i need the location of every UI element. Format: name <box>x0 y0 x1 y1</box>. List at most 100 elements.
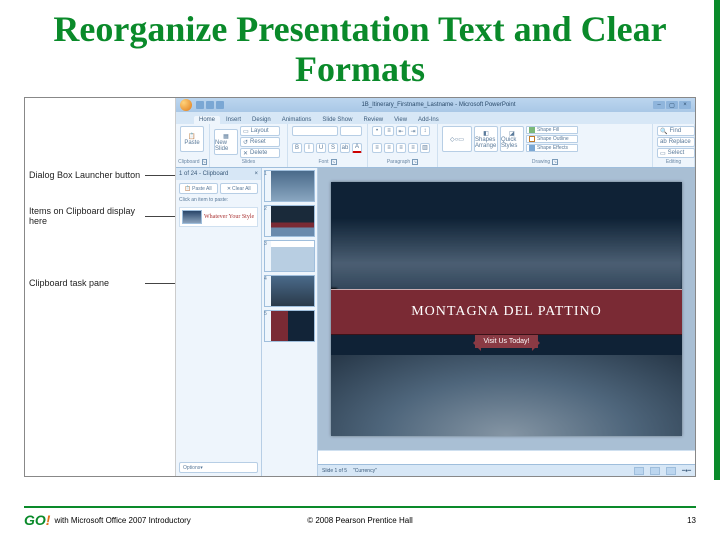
select-button[interactable]: ▭ Select <box>657 148 695 158</box>
shadow-button[interactable]: S <box>328 143 338 153</box>
thumbnail-1[interactable]: 1 <box>264 170 315 202</box>
footer-center: © 2008 Pearson Prentice Hall <box>307 516 413 525</box>
numbering-button[interactable]: ≡ <box>384 126 394 136</box>
callout-label: Clipboard task pane <box>25 278 145 288</box>
shape-fill-button[interactable]: Shape Fill <box>526 126 578 134</box>
callout-dialog-launcher: Dialog Box Launcher button <box>25 170 175 180</box>
tab-design[interactable]: Design <box>247 116 276 124</box>
ribbon-group-paragraph: • ≡ ⇤ ⇥ ↕ ≡ ≡ ≡ ≡ ▥ Paragraph↘ <box>368 124 438 167</box>
bold-button[interactable]: B <box>292 143 302 153</box>
pane-close-icon[interactable]: × <box>254 171 258 177</box>
tab-home[interactable]: Home <box>194 116 220 124</box>
slide-main-title: MONTAGNA DEL PATTINO <box>411 304 602 320</box>
thumbnail-3[interactable]: 3 <box>264 240 315 272</box>
callout-column: Dialog Box Launcher button Items on Clip… <box>25 98 175 476</box>
font-size-combo[interactable] <box>340 126 362 136</box>
align-right-button[interactable]: ≡ <box>396 143 406 153</box>
powerpoint-window: 1B_Itinerary_Firstname_Lastname - Micros… <box>175 98 695 476</box>
view-normal-button[interactable] <box>634 467 644 475</box>
tab-insert[interactable]: Insert <box>221 116 246 124</box>
ribbon-tabs: Home Insert Design Animations Slide Show… <box>176 112 695 124</box>
font-combo[interactable] <box>292 126 338 136</box>
tab-review[interactable]: Review <box>358 116 388 124</box>
delete-button[interactable]: ✕ Delete <box>240 148 280 158</box>
thumbnail-4[interactable]: 4 <box>264 275 315 307</box>
zoom-slider[interactable]: ━●━ <box>682 468 691 474</box>
underline-button[interactable]: U <box>316 143 326 153</box>
bullets-button[interactable]: • <box>372 126 382 136</box>
window-controls[interactable]: – ▢ × <box>653 101 691 109</box>
slide-thumbnails: 1 2 3 4 5 <box>262 168 318 476</box>
status-theme: "Currency" <box>353 468 377 474</box>
clear-all-button[interactable]: ✕ Clear All <box>220 183 259 194</box>
visit-badge: Visit Us Today! <box>475 335 537 348</box>
title-band: MONTAGNA DEL PATTINO <box>331 289 681 335</box>
arrange-button[interactable]: ◧Shapes Arrange <box>474 126 498 152</box>
paste-all-button[interactable]: 📋 Paste All <box>179 183 218 194</box>
italic-button[interactable]: I <box>304 143 314 153</box>
visit-label: Visit Us Today! <box>475 335 537 348</box>
reset-button[interactable]: ↺ Reset <box>240 137 280 147</box>
callout-label: Items on Clipboard display here <box>25 206 145 226</box>
strike-button[interactable]: ab <box>340 143 350 153</box>
justify-button[interactable]: ≡ <box>408 143 418 153</box>
dialog-launcher-icon[interactable]: ↘ <box>552 159 558 165</box>
ribbon-group-clipboard: 📋Paste Clipboard↘ <box>176 124 210 167</box>
view-sorter-button[interactable] <box>650 467 660 475</box>
group-label: Paragraph <box>387 159 410 165</box>
layout-button[interactable]: ▭ Layout <box>240 126 280 136</box>
view-slideshow-button[interactable] <box>666 467 676 475</box>
quick-access-toolbar[interactable] <box>196 101 224 109</box>
columns-button[interactable]: ▥ <box>420 143 430 153</box>
clipboard-item-text: Whatever Your Style <box>204 214 254 220</box>
callout-label: Dialog Box Launcher button <box>25 170 145 180</box>
minimize-button[interactable]: – <box>653 101 665 109</box>
indent-dec-button[interactable]: ⇤ <box>396 126 406 136</box>
paste-button[interactable]: 📋Paste <box>180 126 204 152</box>
tab-animations[interactable]: Animations <box>277 116 317 124</box>
office-button[interactable] <box>180 99 192 111</box>
group-label: Clipboard <box>178 159 199 165</box>
mountain-graphic <box>331 355 681 436</box>
align-left-button[interactable]: ≡ <box>372 143 382 153</box>
screenshot-figure: Dialog Box Launcher button Items on Clip… <box>24 97 696 477</box>
align-center-button[interactable]: ≡ <box>384 143 394 153</box>
mountain-graphic <box>331 218 681 294</box>
work-area: 1 of 24 - Clipboard × 📋 Paste All ✕ Clea… <box>176 168 695 476</box>
clipboard-item[interactable]: Whatever Your Style <box>179 207 258 227</box>
thumbnail-5[interactable]: 5 <box>264 310 315 342</box>
font-color-button[interactable]: A <box>352 143 362 153</box>
shapes-gallery[interactable]: ◇○▭ <box>442 126 472 152</box>
thumbnail-2[interactable]: 2 <box>264 205 315 237</box>
clipboard-pane-header: 1 of 24 - Clipboard × <box>176 168 261 180</box>
close-button[interactable]: × <box>679 101 691 109</box>
line-spacing-button[interactable]: ↕ <box>420 126 430 136</box>
tab-slide-show[interactable]: Slide Show <box>317 116 357 124</box>
dialog-launcher-icon[interactable]: ↘ <box>331 159 337 165</box>
clipboard-thumb-icon <box>182 210 202 224</box>
shape-effects-button[interactable]: Shape Effects <box>526 144 578 152</box>
options-button[interactable]: Options ▾ <box>179 462 258 473</box>
tab-view[interactable]: View <box>389 116 412 124</box>
maximize-button[interactable]: ▢ <box>666 101 678 109</box>
new-slide-button[interactable]: ▦New Slide <box>214 129 238 155</box>
shape-outline-button[interactable]: Shape Outline <box>526 135 578 143</box>
slide-preview[interactable]: MONTAGNA DEL PATTINO Visit Us Today! <box>331 182 681 436</box>
group-label: Drawing <box>532 159 550 165</box>
notes-pane[interactable] <box>318 450 695 464</box>
replace-button[interactable]: ab Replace <box>657 137 695 147</box>
tab-addins[interactable]: Add-Ins <box>413 116 444 124</box>
indent-inc-button[interactable]: ⇥ <box>408 126 418 136</box>
dialog-launcher-icon[interactable]: ↘ <box>412 159 418 165</box>
accent-bar <box>714 0 720 480</box>
ribbon-group-editing: 🔍 Find ab Replace ▭ Select Editing <box>653 124 695 167</box>
dialog-launcher-icon[interactable]: ↘ <box>202 159 207 165</box>
callout-clipboard-items: Items on Clipboard display here <box>25 206 175 226</box>
statusbar: Slide 1 of 5 "Currency" ━●━ <box>318 464 695 476</box>
quick-styles-button[interactable]: ◪Quick Styles <box>500 126 524 152</box>
footer-left: with Microsoft Office 2007 Introductory <box>54 516 190 525</box>
window-title: 1B_Itinerary_Firstname_Lastname - Micros… <box>224 102 653 108</box>
find-button[interactable]: 🔍 Find <box>657 126 695 136</box>
footer-page: 13 <box>687 516 696 525</box>
clipboard-task-pane: 1 of 24 - Clipboard × 📋 Paste All ✕ Clea… <box>176 168 262 476</box>
